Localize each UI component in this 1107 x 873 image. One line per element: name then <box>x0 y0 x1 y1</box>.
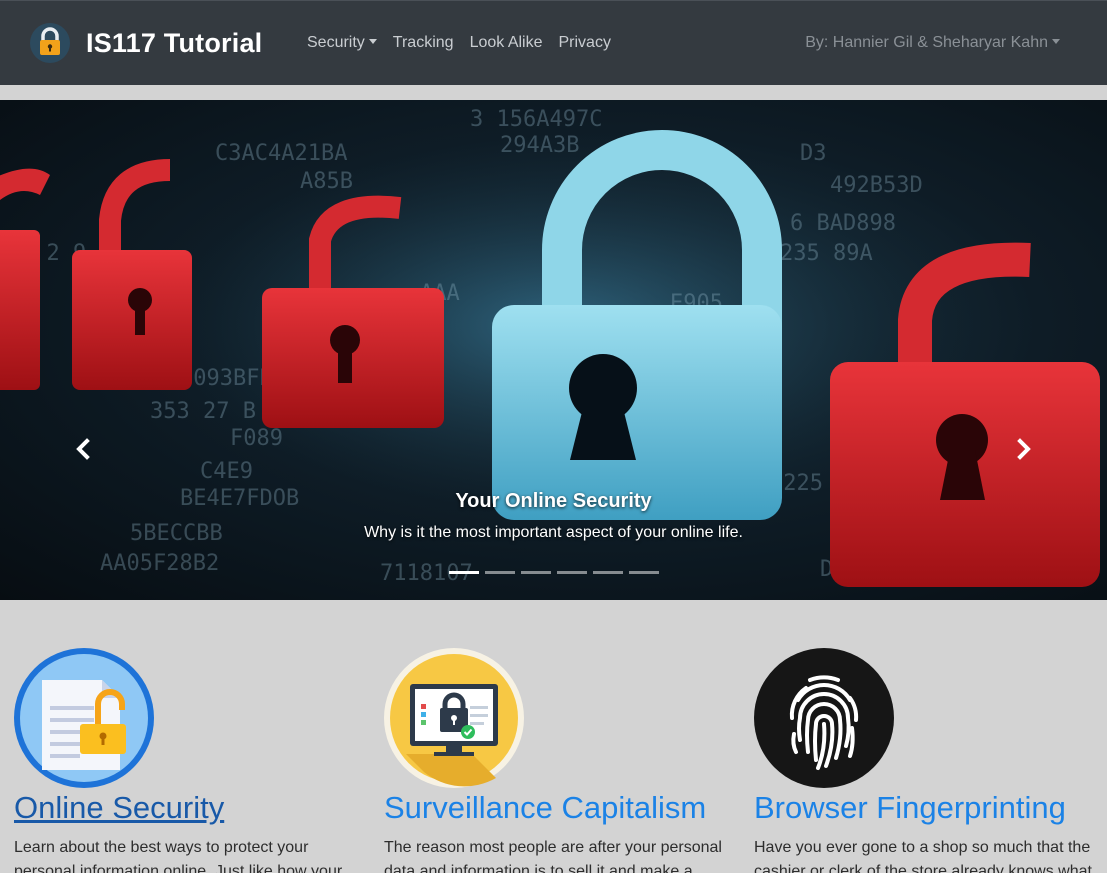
svg-text:6 BAD898: 6 BAD898 <box>790 211 896 236</box>
carousel-caption-text: Why is it the most important aspect of y… <box>364 524 743 541</box>
nav-item-security[interactable]: Security <box>307 34 377 52</box>
caret-down-icon <box>1052 39 1060 44</box>
chevron-right-icon <box>1017 438 1031 460</box>
padlock-logo-icon <box>30 23 70 63</box>
carousel-indicator[interactable] <box>593 571 623 574</box>
card-online-security: Online Security Learn about the best way… <box>14 648 359 873</box>
svg-text:C4E9: C4E9 <box>200 459 253 484</box>
author-dropdown[interactable]: By: Hannier Gil & Sheharyar Kahn <box>805 34 1060 52</box>
nav-item-privacy[interactable]: Privacy <box>559 34 611 52</box>
nav-item-look-alike[interactable]: Look Alike <box>470 34 543 52</box>
chevron-left-icon <box>76 438 90 460</box>
carousel-next-button[interactable] <box>1009 434 1039 464</box>
card-title-link[interactable]: Online Security <box>14 790 359 826</box>
carousel-indicator[interactable] <box>629 571 659 574</box>
svg-text:235 89A: 235 89A <box>780 241 873 266</box>
carousel-prev-button[interactable] <box>68 434 98 464</box>
nav-item-tracking[interactable]: Tracking <box>393 34 454 52</box>
carousel-indicator[interactable] <box>449 571 479 574</box>
carousel-indicator[interactable] <box>521 571 551 574</box>
carousel-indicator[interactable] <box>485 571 515 574</box>
card-description: Learn about the best ways to protect you… <box>14 839 343 873</box>
svg-text:294A3B: 294A3B <box>500 133 579 158</box>
svg-text:D3: D3 <box>800 141 827 166</box>
author-label: By: Hannier Gil & Sheharyar Kahn <box>805 34 1048 51</box>
svg-text:F089: F089 <box>230 426 283 451</box>
nav-item-label: Security <box>307 34 365 51</box>
carousel-indicators <box>449 571 665 574</box>
main-nav: Security Tracking Look Alike Privacy <box>307 34 627 52</box>
carousel-caption-title: Your Online Security <box>455 490 652 512</box>
brand-title: IS117 Tutorial <box>86 27 263 58</box>
card-description: The reason most people are after your pe… <box>384 839 722 873</box>
svg-text:C3AC4A21BA: C3AC4A21BA <box>215 141 347 166</box>
card-browser-fingerprinting: Browser Fingerprinting Have you ever gon… <box>754 648 1099 873</box>
carousel-indicator[interactable] <box>557 571 587 574</box>
svg-text:492B53D: 492B53D <box>830 173 923 198</box>
navbar: IS117 Tutorial Security Tracking Look Al… <box>0 0 1107 85</box>
monitor-padlock-icon <box>384 648 524 788</box>
card-title-link[interactable]: Browser Fingerprinting <box>754 790 1099 826</box>
fingerprint-icon <box>754 648 894 788</box>
brand-link[interactable]: IS117 Tutorial <box>30 23 262 63</box>
svg-text:A85B: A85B <box>300 169 353 194</box>
svg-text:353 27 B: 353 27 B <box>150 399 256 424</box>
svg-text:3 156A497C: 3 156A497C <box>470 107 602 132</box>
hero-carousel: 3 156A497C 294A3B C3AC4A21BA D3 492B53D … <box>0 100 1107 600</box>
svg-text:AA05F28B2: AA05F28B2 <box>100 551 219 576</box>
card-description: Have you ever gone to a shop so much tha… <box>754 839 1092 873</box>
card-title-link[interactable]: Surveillance Capitalism <box>384 790 729 826</box>
card-surveillance-capitalism: Surveillance Capitalism The reason most … <box>384 648 729 873</box>
document-padlock-icon <box>14 648 154 788</box>
caret-down-icon <box>368 39 377 44</box>
